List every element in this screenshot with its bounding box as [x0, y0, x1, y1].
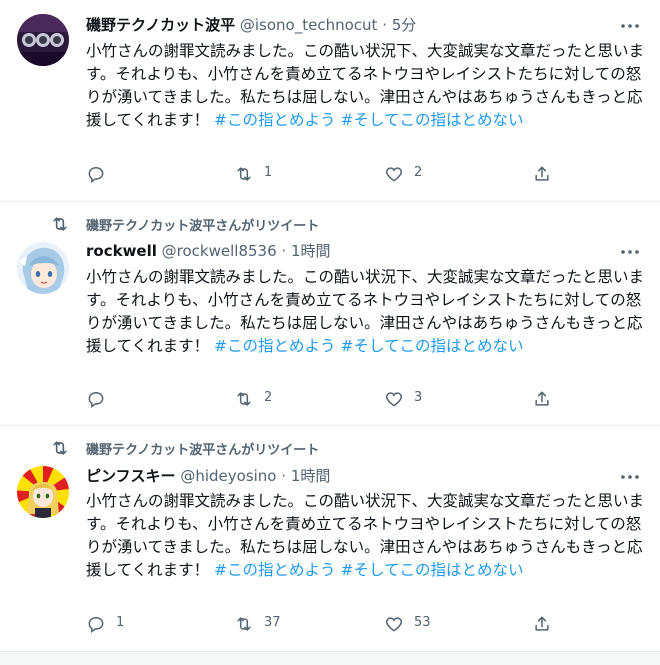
hashtag-link[interactable]: #そしてこの指はとめない	[340, 561, 523, 579]
retweet-icon	[53, 217, 67, 231]
avatar[interactable]	[17, 466, 69, 518]
reply-icon	[88, 616, 104, 633]
timestamp[interactable]: 1時間	[291, 467, 331, 485]
tweet-actions: 1 2	[86, 164, 556, 184]
heart-icon	[385, 167, 403, 182]
user-handle[interactable]: @isono_technocut	[240, 16, 378, 34]
share-icon	[535, 166, 549, 181]
retweet-icon	[237, 167, 251, 181]
separator-dot: ·	[281, 467, 287, 485]
retweet-icon	[53, 441, 67, 455]
reply-icon	[88, 166, 104, 183]
retweet-context: 磯野テクノカット波平さんがリツイート	[0, 438, 660, 458]
reply-icon	[88, 391, 104, 408]
avatar[interactable]	[17, 14, 69, 66]
tweet-text: 小竹さんの謝罪文読みました。この酷い状況下、大変誠実な文章だったと思います。それ…	[86, 40, 646, 132]
tweet-header: rockwell @rockwell8536 · 1時間	[86, 240, 331, 262]
retweet-icon	[237, 392, 251, 406]
display-name[interactable]: rockwell	[86, 242, 157, 260]
more-icon[interactable]	[618, 242, 642, 262]
retweet-count: 1	[264, 165, 273, 180]
hashtag-link[interactable]: #この指とめよう	[214, 337, 336, 355]
retweeted-by-label[interactable]: 磯野テクノカット波平さんがリツイート	[86, 439, 319, 458]
user-handle[interactable]: @hideyosino	[180, 467, 276, 485]
share-icon	[535, 616, 549, 631]
hashtag-link[interactable]: #この指とめよう	[214, 111, 336, 129]
heart-icon	[385, 392, 403, 407]
heart-icon	[385, 617, 403, 632]
like-count: 53	[414, 615, 431, 630]
hashtag-link[interactable]: #この指とめよう	[214, 561, 336, 579]
timestamp[interactable]: 1時間	[291, 242, 331, 260]
hashtag-link[interactable]: #そしてこの指はとめない	[340, 337, 523, 355]
tweet[interactable]: 磯野テクノカット波平 @isono_technocut · 5分 小竹さんの謝罪…	[0, 0, 660, 202]
display-name[interactable]: ピンフスキー	[86, 467, 176, 485]
tweet-actions: 2 3	[86, 389, 556, 409]
more-icon[interactable]	[618, 467, 642, 487]
retweet-count: 2	[264, 390, 273, 405]
more-icon[interactable]	[618, 16, 642, 36]
like-count: 3	[414, 390, 423, 405]
retweet-icon	[237, 617, 251, 631]
display-name[interactable]: 磯野テクノカット波平	[86, 16, 235, 34]
timeline-feed: 磯野テクノカット波平 @isono_technocut · 5分 小竹さんの謝罪…	[0, 0, 660, 665]
tweet-text: 小竹さんの謝罪文読みました。この酷い状況下、大変誠実な文章だったと思います。それ…	[86, 266, 646, 358]
tweet[interactable]: 磯野テクノカット波平さんがリツイート rockwell @rockwell853…	[0, 202, 660, 426]
retweet-context: 磯野テクノカット波平さんがリツイート	[0, 214, 660, 234]
tweet[interactable]: 磯野テクノカット波平さんがリツイート ピンフスキー @hideyosino · …	[0, 426, 660, 651]
timestamp[interactable]: 5分	[392, 16, 417, 34]
tweet-header: ピンフスキー @hideyosino · 1時間	[86, 465, 330, 487]
reply-count: 1	[116, 615, 125, 630]
retweeted-by-label[interactable]: 磯野テクノカット波平さんがリツイート	[86, 215, 319, 234]
separator-dot: ·	[281, 242, 287, 260]
tweet-header: 磯野テクノカット波平 @isono_technocut · 5分	[86, 14, 416, 36]
hashtag-link[interactable]: #そしてこの指はとめない	[340, 111, 523, 129]
user-handle[interactable]: @rockwell8536	[162, 242, 277, 260]
tweet-actions: 1 37 53	[86, 614, 556, 634]
share-icon	[535, 391, 549, 406]
retweet-count: 37	[264, 615, 281, 630]
tweet-text: 小竹さんの謝罪文読みました。この酷い状況下、大変誠実な文章だったと思います。それ…	[86, 490, 646, 582]
feed-bottom-edge	[0, 651, 660, 665]
avatar[interactable]	[17, 242, 69, 294]
separator-dot: ·	[382, 16, 387, 34]
like-count: 2	[414, 165, 423, 180]
